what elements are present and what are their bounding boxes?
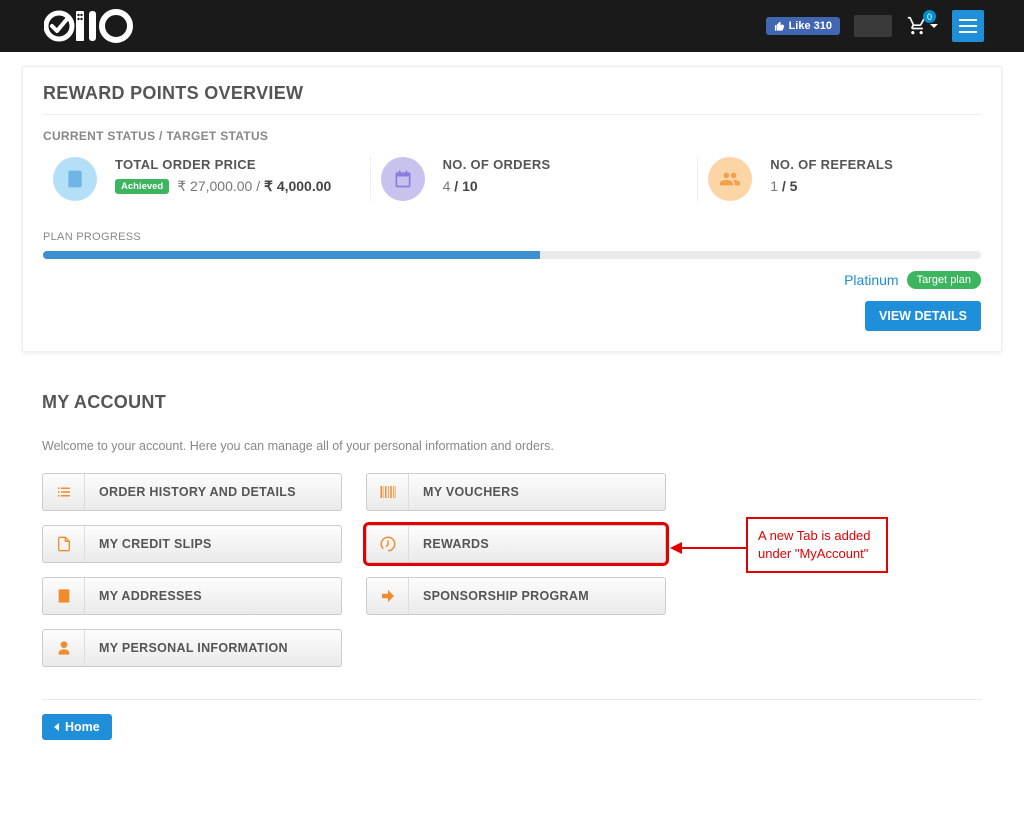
plan-progress-label: PLAN PROGRESS <box>43 231 981 243</box>
target-plan-badge: Target plan <box>907 271 981 289</box>
tile-vouchers[interactable]: MY VOUCHERS <box>366 473 666 511</box>
home-button-label: Home <box>65 720 100 734</box>
tile-addresses[interactable]: MY ADDRESSES <box>42 577 342 615</box>
account-title: MY ACCOUNT <box>42 392 982 413</box>
gauge-icon <box>367 526 409 562</box>
stat-value: 1 / 5 <box>770 178 893 194</box>
tile-rewards[interactable]: REWARDS <box>366 525 666 563</box>
tile-label: ORDER HISTORY AND DETAILS <box>85 485 296 499</box>
progress-bar-fill <box>43 251 540 259</box>
barcode-icon <box>367 474 409 510</box>
tile-label: MY PERSONAL INFORMATION <box>85 641 288 655</box>
stat-title: TOTAL ORDER PRICE <box>115 157 331 172</box>
reward-overview-panel: REWARD POINTS OVERVIEW CURRENT STATUS / … <box>22 66 1002 352</box>
home-button[interactable]: Home <box>42 714 112 740</box>
tile-label: MY VOUCHERS <box>409 485 519 499</box>
tile-label: REWARDS <box>409 537 489 551</box>
stat-title: NO. OF REFERALS <box>770 157 893 172</box>
users-icon <box>708 157 752 201</box>
tile-label: SPONSORSHIP PROGRAM <box>409 589 589 603</box>
view-details-button[interactable]: VIEW DETAILS <box>865 301 981 331</box>
status-subheading: CURRENT STATUS / TARGET STATUS <box>43 129 981 143</box>
list-icon <box>43 474 85 510</box>
stat-referrals: NO. OF REFERALS 1 / 5 <box>697 157 981 201</box>
progress-bar-track <box>43 251 981 259</box>
my-account-section: MY ACCOUNT Welcome to your account. Here… <box>42 392 982 740</box>
welcome-text: Welcome to your account. Here you can ma… <box>42 439 982 453</box>
stat-orders: NO. OF ORDERS 4 / 10 <box>370 157 698 201</box>
chevron-down-icon <box>930 24 938 28</box>
stat-value: ₹ 27,000.00 / ₹ 4,000.00 <box>177 178 331 195</box>
calendar-icon <box>381 157 425 201</box>
plan-name: Platinum <box>844 272 898 288</box>
annotation-arrow <box>668 539 748 557</box>
building-icon <box>43 578 85 614</box>
stat-title: NO. OF ORDERS <box>443 157 551 172</box>
cart-button[interactable]: 0 <box>906 16 938 36</box>
overview-title: REWARD POINTS OVERVIEW <box>43 83 981 115</box>
topbar: Like 310 0 <box>0 0 1024 52</box>
arrow-right-icon <box>367 578 409 614</box>
cart-badge: 0 <box>923 10 936 23</box>
hamburger-menu-button[interactable] <box>952 10 984 42</box>
tile-label: MY ADDRESSES <box>85 589 202 603</box>
facebook-like-button[interactable]: Like 310 <box>766 17 840 35</box>
divider <box>42 699 982 700</box>
logo[interactable] <box>44 8 144 44</box>
achieved-badge: Achieved <box>115 179 169 194</box>
tile-order-history[interactable]: ORDER HISTORY AND DETAILS <box>42 473 342 511</box>
tile-personal-info[interactable]: MY PERSONAL INFORMATION <box>42 629 342 667</box>
file-icon <box>43 526 85 562</box>
facebook-like-text: Like 310 <box>789 20 832 32</box>
tile-label: MY CREDIT SLIPS <box>85 537 212 551</box>
annotation-box: A new Tab is added under "MyAccount" <box>746 517 888 573</box>
chevron-left-icon <box>54 723 59 731</box>
tile-sponsorship[interactable]: SPONSORSHIP PROGRAM <box>366 577 666 615</box>
user-icon <box>43 630 85 666</box>
tile-credit-slips[interactable]: MY CREDIT SLIPS <box>42 525 342 563</box>
stat-total-price: TOTAL ORDER PRICE Achieved ₹ 27,000.00 /… <box>43 157 370 201</box>
stat-value: 4 / 10 <box>443 178 551 194</box>
clipboard-icon <box>53 157 97 201</box>
user-menu[interactable] <box>854 15 892 37</box>
